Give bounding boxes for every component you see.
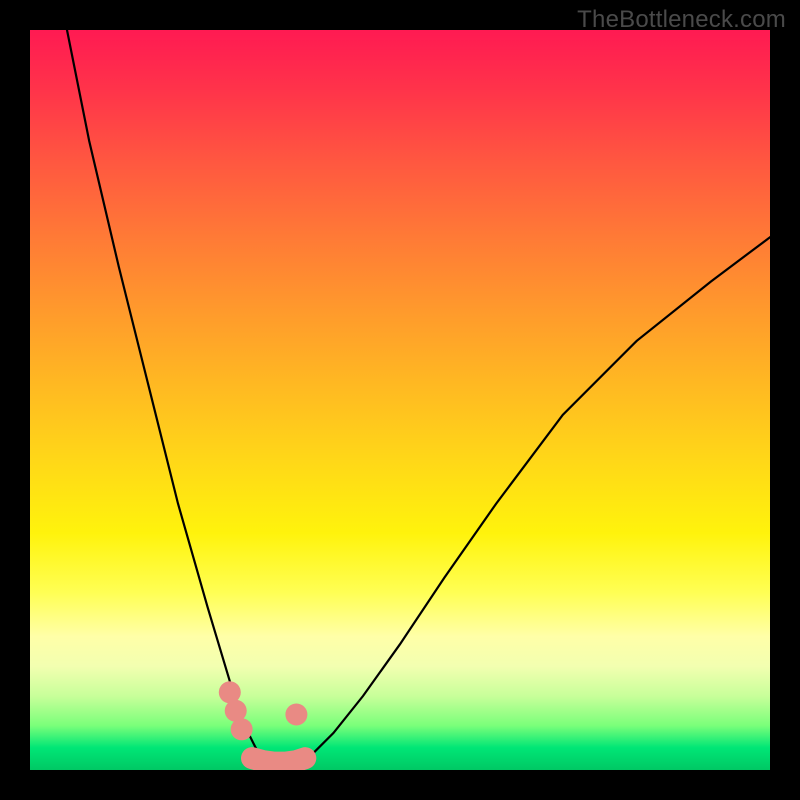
watermark-label: TheBottleneck.com — [577, 6, 786, 34]
curve-left-branch — [67, 30, 267, 764]
bottom-marker-band — [252, 758, 305, 762]
curve-right-branch — [296, 237, 770, 764]
data-marker — [231, 718, 253, 740]
plot-area — [30, 30, 770, 770]
data-markers — [219, 681, 308, 740]
chart-frame: TheBottleneck.com — [0, 0, 800, 800]
data-marker — [285, 704, 307, 726]
curve-layer — [30, 30, 770, 770]
